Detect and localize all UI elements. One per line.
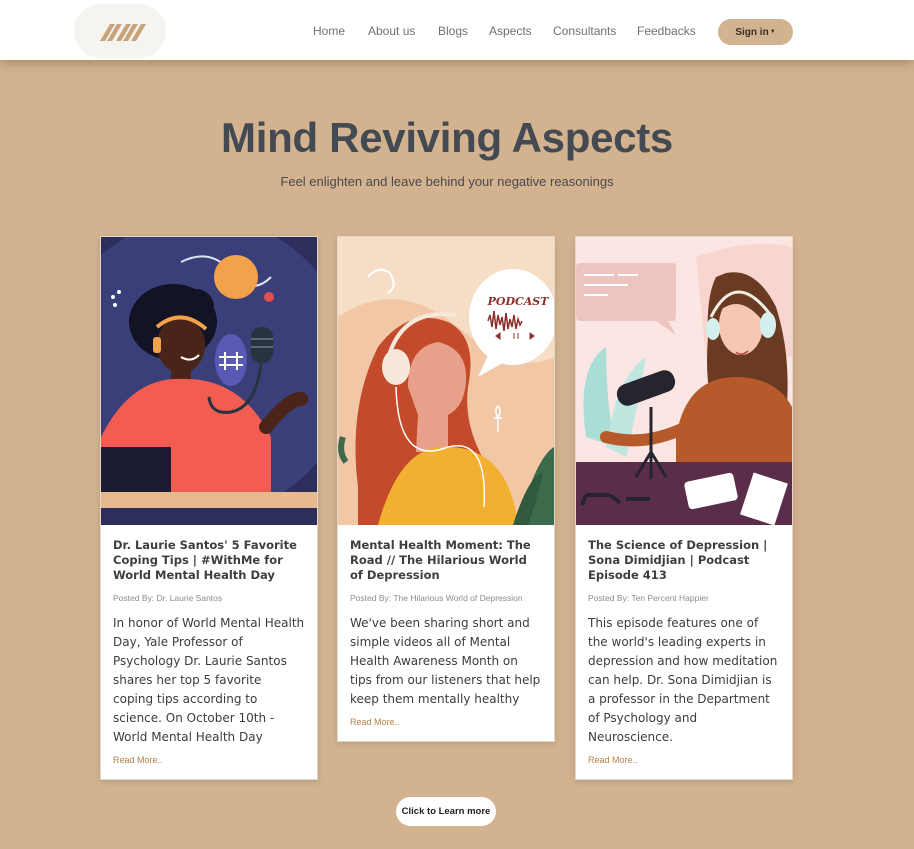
nav-feedbacks-link[interactable]: Feedbacks <box>637 24 696 38</box>
card-description: We've been sharing short and simple vide… <box>350 616 541 706</box>
read-more-link[interactable]: Read More.. <box>113 755 305 765</box>
nav-home-link[interactable]: Home <box>313 24 345 38</box>
top-navbar: Home About us Blogs Aspects Consultants … <box>0 0 914 60</box>
aspect-card: The Science of Depression | Sona Dimidji… <box>575 236 793 780</box>
nav-aspects-link[interactable]: Aspects <box>489 24 532 38</box>
page-title: Mind Reviving Aspects <box>221 114 673 161</box>
brand-logo-icon <box>100 24 146 41</box>
podcast-host-illustration <box>101 237 317 525</box>
card-title: The Science of Depression | Sona Dimidji… <box>588 538 768 582</box>
card-author: Posted By: The Hilarious World of Depres… <box>350 593 523 603</box>
card-description: This episode features one of the world's… <box>588 616 778 744</box>
aspect-card: Dr. Laurie Santos' 5 Favorite Coping Tip… <box>100 236 318 780</box>
nav-about-link[interactable]: About us <box>368 24 415 38</box>
read-more-link[interactable]: Read More.. <box>350 717 542 727</box>
brand-logo[interactable] <box>74 4 166 58</box>
sign-in-label: Sign in <box>735 27 769 38</box>
sign-in-dropdown-button[interactable]: Sign in▼ <box>718 19 793 45</box>
learn-more-button[interactable]: Click to Learn more <box>396 797 496 826</box>
podcast-studio-illustration <box>576 237 792 525</box>
podcast-label: PODCAST <box>487 295 550 308</box>
aspect-card: PODCAST Mental Health Moment: The Road /… <box>337 236 555 742</box>
card-title: Mental Health Moment: The Road // The Hi… <box>350 538 531 582</box>
page-subtitle: Feel enlighten and leave behind your neg… <box>280 174 614 189</box>
card-author: Posted By: Dr. Laurie Santos <box>113 593 223 603</box>
card-description: In honor of World Mental Health Day, Yal… <box>113 616 305 744</box>
caret-down-icon: ▼ <box>769 29 776 35</box>
nav-consultants-link[interactable]: Consultants <box>553 24 616 38</box>
card-title: Dr. Laurie Santos' 5 Favorite Coping Tip… <box>113 538 297 582</box>
podcast-listener-illustration: PODCAST <box>338 237 554 525</box>
card-author: Posted By: Ten Percent Happier <box>588 593 709 603</box>
nav-blogs-link[interactable]: Blogs <box>438 24 468 38</box>
read-more-link[interactable]: Read More.. <box>588 755 780 765</box>
